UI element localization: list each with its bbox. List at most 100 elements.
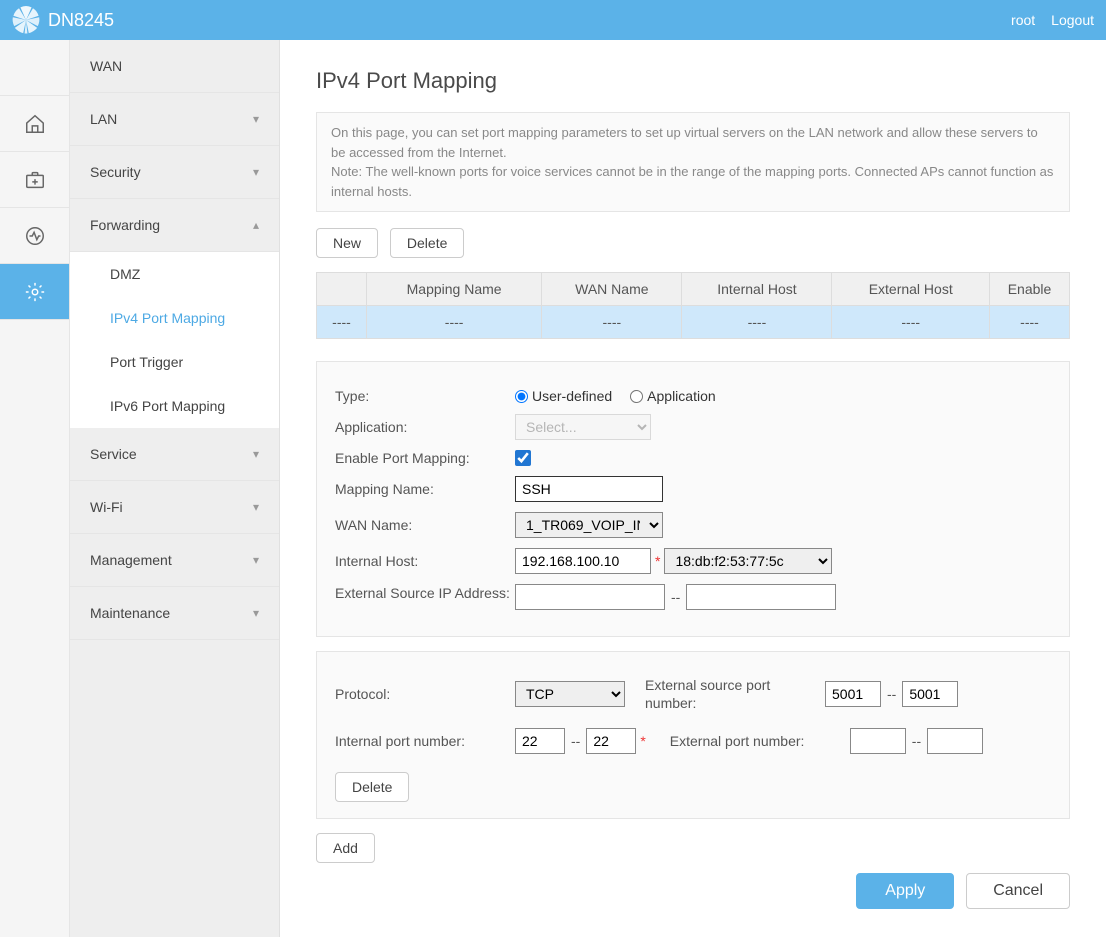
required-mark: * — [640, 733, 645, 749]
cell: ---- — [832, 306, 990, 339]
type-application-radio[interactable]: Application — [630, 388, 716, 404]
port-panel: Protocol: TCP External source port numbe… — [316, 651, 1070, 819]
enable-checkbox[interactable] — [515, 450, 531, 466]
cancel-button[interactable]: Cancel — [966, 873, 1070, 909]
sidebar-item-maintenance[interactable]: Maintenance ▾ — [70, 587, 279, 640]
add-button[interactable]: Add — [316, 833, 375, 863]
ext-port-start-input[interactable] — [850, 728, 906, 754]
page-description: On this page, you can set port mapping p… — [316, 112, 1070, 212]
internal-port-label: Internal port number: — [335, 733, 515, 749]
sidebar-label: Forwarding — [90, 217, 160, 233]
user-link[interactable]: root — [1011, 12, 1035, 28]
internal-host-label: Internal Host: — [335, 553, 515, 569]
cell: ---- — [990, 306, 1070, 339]
protocol-label: Protocol: — [335, 686, 515, 702]
sidebar-item-ipv4-port-mapping[interactable]: IPv4 Port Mapping — [90, 296, 279, 340]
ext-src-port-label: External source port number: — [645, 676, 825, 712]
huawei-logo-icon — [12, 6, 40, 34]
sidebar-label: Wi-Fi — [90, 499, 123, 515]
mappings-table: Mapping Name WAN Name Internal Host Exte… — [316, 272, 1070, 339]
sidebar: WAN LAN ▾ Security ▾ Forwarding ▴ DMZ IP… — [70, 40, 280, 937]
sidebar-label: Maintenance — [90, 605, 170, 621]
apply-button[interactable]: Apply — [856, 873, 954, 909]
internal-host-mac-select[interactable]: 18:db:f2:53:77:5c — [664, 548, 832, 574]
enable-label: Enable Port Mapping: — [335, 450, 515, 466]
ext-src-ip-end-input[interactable] — [686, 584, 836, 610]
mapping-form-panel: Type: User-defined Application Applicati… — [316, 361, 1070, 637]
mapping-name-input[interactable] — [515, 476, 663, 502]
cell: ---- — [542, 306, 682, 339]
top-bar: DN8245 root Logout — [0, 0, 1106, 40]
chevron-down-icon: ▾ — [253, 606, 259, 620]
sidebar-item-wan[interactable]: WAN — [70, 40, 279, 93]
mapping-name-label: Mapping Name: — [335, 481, 515, 497]
internal-host-input[interactable] — [515, 548, 651, 574]
logout-link[interactable]: Logout — [1051, 12, 1094, 28]
dash: -- — [887, 686, 896, 702]
sidebar-item-port-trigger[interactable]: Port Trigger — [90, 340, 279, 384]
iconbar-settings[interactable] — [0, 264, 69, 320]
col-external-host: External Host — [832, 273, 990, 306]
internal-port-start-input[interactable] — [515, 728, 565, 754]
chevron-up-icon: ▴ — [253, 218, 259, 232]
dash: -- — [571, 733, 580, 749]
wan-name-select[interactable]: 1_TR069_VOIP_INTERNET_R_VID — [515, 512, 663, 538]
sidebar-label: Service — [90, 446, 137, 462]
application-select: Select... — [515, 414, 651, 440]
page-title: IPv4 Port Mapping — [316, 68, 1070, 94]
radio-label: User-defined — [532, 388, 612, 404]
col-mapping-name: Mapping Name — [367, 273, 542, 306]
table-header-row: Mapping Name WAN Name Internal Host Exte… — [317, 273, 1070, 306]
radio-application[interactable] — [630, 390, 643, 403]
dash: -- — [912, 733, 921, 749]
ext-src-port-end-input[interactable] — [902, 681, 958, 707]
sidebar-label: WAN — [90, 58, 122, 74]
cell: ---- — [682, 306, 832, 339]
sidebar-label: DMZ — [110, 266, 140, 282]
protocol-select[interactable]: TCP — [515, 681, 625, 707]
delete-port-button[interactable]: Delete — [335, 772, 409, 802]
new-button[interactable]: New — [316, 228, 378, 258]
sidebar-item-lan[interactable]: LAN ▾ — [70, 93, 279, 146]
ext-src-port-start-input[interactable] — [825, 681, 881, 707]
sidebar-label: Management — [90, 552, 172, 568]
sidebar-item-dmz[interactable]: DMZ — [90, 252, 279, 296]
col-enable: Enable — [990, 273, 1070, 306]
type-user-defined-radio[interactable]: User-defined — [515, 388, 612, 404]
iconbar-firstaid[interactable] — [0, 152, 69, 208]
dash: -- — [671, 589, 680, 605]
cell: ---- — [367, 306, 542, 339]
sidebar-item-wifi[interactable]: Wi-Fi ▾ — [70, 481, 279, 534]
iconbar-blank[interactable] — [0, 40, 69, 96]
required-mark: * — [655, 553, 660, 569]
ext-port-end-input[interactable] — [927, 728, 983, 754]
radio-user-defined[interactable] — [515, 390, 528, 403]
sidebar-label: Port Trigger — [110, 354, 183, 370]
radio-label: Application — [647, 388, 716, 404]
sidebar-item-ipv6-port-mapping[interactable]: IPv6 Port Mapping — [90, 384, 279, 428]
sidebar-label: IPv6 Port Mapping — [110, 398, 225, 414]
col-internal-host: Internal Host — [682, 273, 832, 306]
sidebar-item-security[interactable]: Security ▾ — [70, 146, 279, 199]
external-port-label: External port number: — [670, 733, 850, 749]
internal-port-end-input[interactable] — [586, 728, 636, 754]
chevron-down-icon: ▾ — [253, 165, 259, 179]
ext-src-ip-start-input[interactable] — [515, 584, 665, 610]
sidebar-item-management[interactable]: Management ▾ — [70, 534, 279, 587]
delete-button[interactable]: Delete — [390, 228, 464, 258]
chevron-down-icon: ▾ — [253, 447, 259, 461]
table-row[interactable]: ---- ---- ---- ---- ---- ---- — [317, 306, 1070, 339]
sidebar-label: LAN — [90, 111, 117, 127]
model-name: DN8245 — [48, 10, 114, 31]
sidebar-item-service[interactable]: Service ▾ — [70, 428, 279, 481]
icon-bar — [0, 40, 70, 937]
sidebar-item-forwarding[interactable]: Forwarding ▴ — [70, 199, 279, 252]
chevron-down-icon: ▾ — [253, 500, 259, 514]
main-content: IPv4 Port Mapping On this page, you can … — [280, 40, 1106, 937]
cell: ---- — [317, 306, 367, 339]
type-label: Type: — [335, 388, 515, 404]
iconbar-home[interactable] — [0, 96, 69, 152]
iconbar-monitor[interactable] — [0, 208, 69, 264]
sidebar-label: Security — [90, 164, 141, 180]
col-checkbox — [317, 273, 367, 306]
